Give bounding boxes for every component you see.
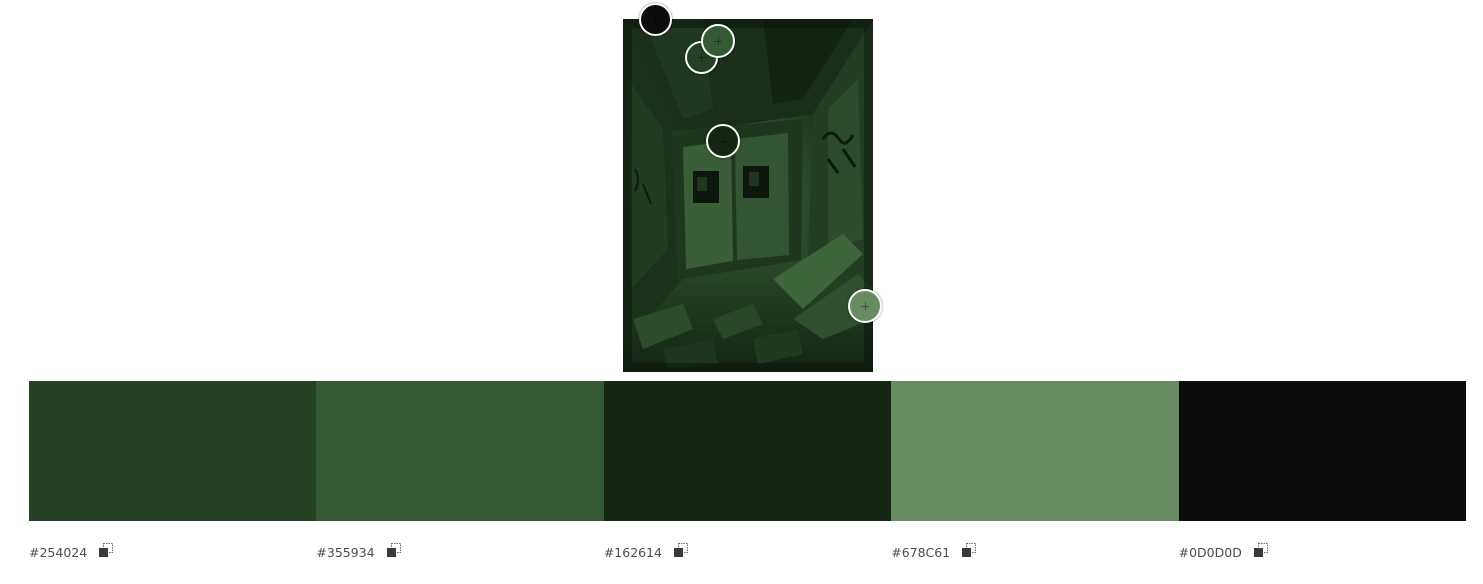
hex-code-item: #254024	[29, 541, 316, 563]
color-picker-marker-4[interactable]	[706, 124, 740, 158]
color-picker-icon	[651, 15, 660, 24]
hex-code-text[interactable]: #678C61	[891, 545, 950, 560]
copy-icon[interactable]	[961, 542, 977, 558]
hex-code-text[interactable]: #254024	[29, 545, 87, 560]
color-picker-marker-3[interactable]	[701, 24, 735, 58]
color-picker-icon	[714, 37, 722, 45]
hex-code-text[interactable]: #355934	[316, 545, 374, 560]
color-picker-icon	[861, 302, 869, 310]
swatch-4[interactable]	[891, 381, 1179, 521]
hex-code-row: #254024 #355934 #162614 #678C61 #0D0D0D	[29, 541, 1466, 563]
hex-code-text[interactable]: #162614	[604, 545, 662, 560]
copy-icon[interactable]	[673, 542, 689, 558]
copy-icon[interactable]	[98, 542, 114, 558]
hex-code-item: #678C61	[891, 541, 1178, 563]
hex-code-text[interactable]: #0D0D0D	[1179, 545, 1242, 560]
swatch-1[interactable]	[29, 381, 317, 521]
copy-icon[interactable]	[386, 542, 402, 558]
color-picker-icon	[719, 137, 727, 145]
swatch-2[interactable]	[316, 381, 604, 521]
color-picker-marker-1[interactable]	[639, 3, 672, 36]
hallway-photo-illustration	[623, 19, 873, 372]
hex-code-item: #0D0D0D	[1179, 541, 1466, 563]
color-picker-marker-5[interactable]	[848, 289, 882, 323]
color-picker-icon	[697, 53, 706, 62]
hex-code-item: #162614	[604, 541, 891, 563]
hex-code-item: #355934	[316, 541, 603, 563]
swatch-5[interactable]	[1178, 381, 1467, 521]
copy-icon[interactable]	[1253, 542, 1269, 558]
swatch-3[interactable]	[603, 381, 892, 521]
color-palette	[29, 381, 1467, 521]
source-photo	[623, 19, 873, 372]
